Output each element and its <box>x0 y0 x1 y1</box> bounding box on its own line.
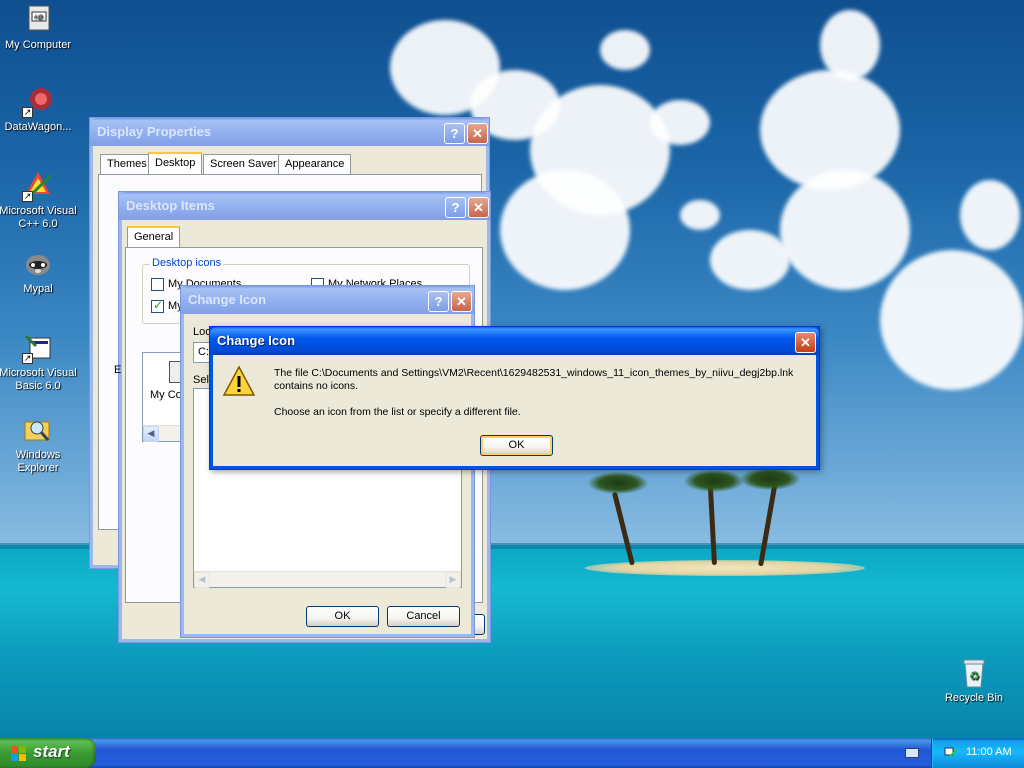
datawagon-icon: ↗ <box>22 86 54 118</box>
clock[interactable]: 11:00 AM <box>966 746 1012 758</box>
start-label: start <box>33 742 70 761</box>
desktop-icon-datawagon[interactable]: ↗ DataWagon... <box>0 86 78 134</box>
group-label: Desktop icons <box>150 257 224 269</box>
wallpaper-island <box>585 560 865 576</box>
desktop-icon-label: Windows Explorer <box>15 449 61 474</box>
desktop-icon-visual-basic[interactable]: ↗ Microsoft Visual Basic 6.0 <box>0 332 78 393</box>
ok-button[interactable]: OK <box>480 435 553 456</box>
palm-leaves <box>684 470 744 492</box>
windows-logo-icon <box>11 746 27 761</box>
cloud <box>820 10 880 80</box>
title-bar[interactable]: Desktop Items ? ✕ <box>119 192 490 220</box>
cloud <box>710 230 790 290</box>
cloud <box>880 250 1024 390</box>
desktop-icon-windows-explorer[interactable]: Windows Explorer <box>0 414 78 475</box>
desktop-icon-mypal[interactable]: Mypal <box>0 248 78 296</box>
keyboard-icon[interactable] <box>905 748 919 758</box>
mypal-raccoon-icon <box>22 248 54 280</box>
palm-leaves <box>588 472 648 494</box>
visual-basic-icon: ↗ <box>22 332 54 364</box>
shortcut-arrow-icon: ↗ <box>22 191 33 202</box>
ok-button[interactable]: OK <box>306 606 379 627</box>
close-button[interactable]: ✕ <box>795 332 816 353</box>
window-title: Desktop Items <box>126 198 215 213</box>
window-title: Change Icon <box>217 333 296 348</box>
desktop-icon-label: Microsoft Visual C++ 6.0 <box>0 205 77 230</box>
visual-cpp-icon: ↗ <box>22 170 54 202</box>
tab-general[interactable]: General <box>127 226 181 248</box>
window-title: Display Properties <box>97 124 212 139</box>
tab-appearance[interactable]: Appearance <box>278 154 352 174</box>
window-title: Change Icon <box>188 292 267 307</box>
desktop-icon-label: Mypal <box>23 283 53 295</box>
my-computer-icon: #@ <box>22 4 54 36</box>
my-computer-checkbox[interactable] <box>151 298 164 313</box>
desktop-icon-visual-cpp[interactable]: ↗ Microsoft Visual C++ 6.0 <box>0 170 78 231</box>
help-button[interactable]: ? <box>428 291 449 312</box>
tab-screen-saver[interactable]: Screen Saver <box>203 154 284 174</box>
cloud <box>780 170 910 290</box>
cloud <box>650 100 710 145</box>
close-button[interactable]: ✕ <box>467 123 488 144</box>
icon-caption: My Co <box>150 389 182 401</box>
scroll-right-button[interactable]: ▶ <box>445 572 461 588</box>
close-button[interactable]: ✕ <box>451 291 472 312</box>
desktop-icon-label: My Computer <box>4 39 72 51</box>
help-button[interactable]: ? <box>445 197 466 218</box>
close-button[interactable]: ✕ <box>468 197 489 218</box>
desktop-icon-label: DataWagon... <box>4 121 72 133</box>
desktop-icon-label: Microsoft Visual Basic 6.0 <box>0 367 77 392</box>
tab-themes[interactable]: Themes <box>100 154 154 174</box>
desktop-icon-label: Recycle Bin <box>944 692 1004 704</box>
scroll-left-button[interactable]: ◀ <box>194 572 210 588</box>
network-icon[interactable] <box>944 746 958 760</box>
cloud <box>960 180 1020 250</box>
palm-leaves <box>740 468 800 490</box>
desktop-icon-recycle-bin[interactable]: ♻ Recycle Bin <box>934 657 1014 705</box>
cloud <box>500 170 630 290</box>
svg-text:♻: ♻ <box>969 669 980 683</box>
desktop-icon-my-computer[interactable]: #@ My Computer <box>0 4 78 52</box>
cancel-button[interactable]: Cancel <box>387 606 460 627</box>
shortcut-arrow-icon: ↗ <box>22 107 33 118</box>
error-message-line-3: Choose an icon from the list or specify … <box>274 406 521 418</box>
file-path-value: C: <box>198 346 209 358</box>
error-message-line-1: The file C:\Documents and Settings\VM2\R… <box>274 367 794 379</box>
warning-icon <box>222 365 256 397</box>
title-bar[interactable]: Display Properties ? ✕ <box>90 118 489 146</box>
taskbar: start 11:00 AM <box>0 738 1024 768</box>
partial-label: E <box>114 364 122 376</box>
title-bar[interactable]: Change Icon ? ✕ <box>181 286 474 314</box>
title-bar[interactable]: Change Icon ✕ <box>210 327 819 355</box>
horizontal-scrollbar[interactable]: ◀ ▶ <box>194 571 461 588</box>
system-tray: 11:00 AM <box>931 738 1024 768</box>
windows-explorer-icon <box>22 414 54 446</box>
tab-desktop[interactable]: Desktop <box>148 152 203 174</box>
recycle-bin-icon: ♻ <box>958 657 990 689</box>
my-documents-checkbox[interactable] <box>151 278 164 291</box>
error-message-dialog: Change Icon ✕ The file C:\Documents and … <box>209 326 820 470</box>
cloud <box>600 30 650 70</box>
error-message-line-2: contains no icons. <box>274 380 359 392</box>
start-button[interactable]: start <box>0 738 96 768</box>
shortcut-arrow-icon: ↗ <box>22 353 33 364</box>
help-button[interactable]: ? <box>444 123 465 144</box>
cloud <box>680 200 720 230</box>
scroll-left-button[interactable]: ◀ <box>143 426 159 442</box>
svg-text:#@: #@ <box>34 15 43 21</box>
